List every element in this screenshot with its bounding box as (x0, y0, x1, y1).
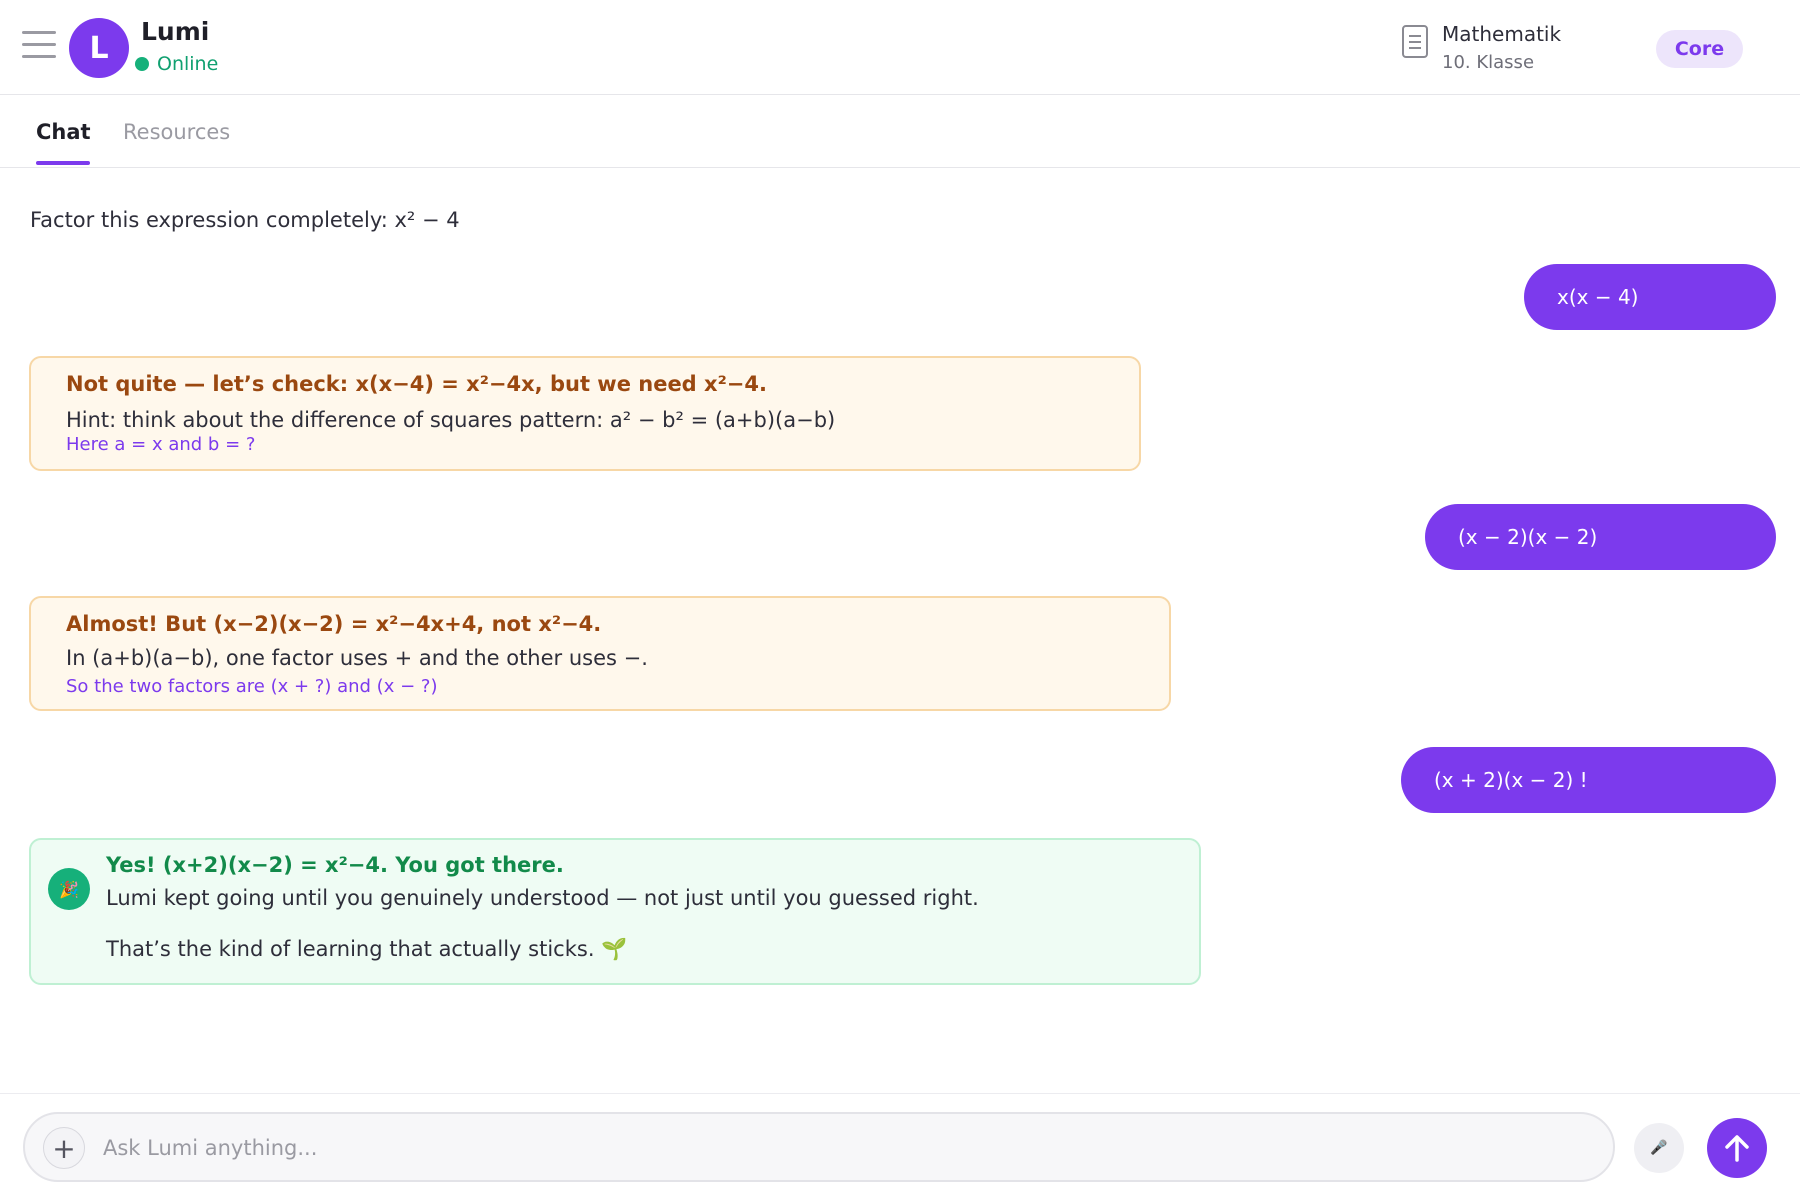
microphone-icon[interactable]: 🎤 (1634, 1123, 1684, 1173)
plus-icon[interactable]: + (43, 1127, 85, 1169)
online-status: Online (135, 53, 218, 75)
send-button[interactable] (1707, 1118, 1767, 1178)
hint-body: Hint: think about the difference of squa… (66, 408, 836, 432)
app-header: L Lumi Online Mathematik 10. Klasse Core (0, 0, 1800, 95)
hint-title: Not quite — let’s check: x(x−4) = x²−4x,… (66, 372, 767, 396)
tab-resources[interactable]: Resources (123, 120, 230, 144)
success-closing: That’s the kind of learning that actuall… (106, 937, 628, 961)
subject-title: Mathematik (1442, 22, 1562, 46)
tab-chat[interactable]: Chat (36, 120, 91, 144)
menu-icon[interactable] (22, 31, 56, 61)
subject-grade: 10. Klasse (1442, 52, 1535, 73)
active-tab-indicator (36, 161, 90, 165)
hint-followup: So the two factors are (x + ?) and (x − … (66, 676, 438, 697)
user-answer-bubble: (x − 2)(x − 2) (1425, 504, 1776, 570)
arrow-up-icon (1725, 1135, 1749, 1162)
plan-badge: Core (1656, 30, 1743, 68)
hint-followup: Here a = x and b = ? (66, 434, 256, 455)
user-answer-bubble: (x + 2)(x − 2) ! (1401, 747, 1776, 813)
question-message: Factor this expression completely: x² − … (30, 208, 460, 232)
success-card: 🎉 Yes! (x+2)(x−2) = x²−4. You got there.… (29, 838, 1201, 985)
message-composer: + (23, 1112, 1615, 1182)
celebration-icon: 🎉 (48, 868, 90, 910)
bot-name: Lumi (141, 17, 210, 46)
hint-title: Almost! But (x−2)(x−2) = x²−4x+4, not x²… (66, 612, 602, 636)
message-input[interactable] (103, 1126, 1583, 1170)
hint-body: In (a+b)(a−b), one factor uses + and the… (66, 646, 648, 670)
user-answer-bubble: x(x − 4) (1524, 264, 1776, 330)
success-title: Yes! (x+2)(x−2) = x²−4. You got there. (106, 853, 564, 877)
subject-selector[interactable]: Mathematik 10. Klasse (1402, 22, 1561, 73)
hint-card: Almost! But (x−2)(x−2) = x²−4x+4, not x²… (29, 596, 1171, 711)
avatar: L (69, 18, 129, 78)
hint-card: Not quite — let’s check: x(x−4) = x²−4x,… (29, 356, 1141, 471)
document-icon (1402, 25, 1428, 58)
status-dot-icon (135, 57, 149, 71)
success-body: Lumi kept going until you genuinely unde… (106, 886, 979, 910)
status-label: Online (157, 53, 219, 75)
tab-bar: Chat Resources (0, 96, 1800, 168)
